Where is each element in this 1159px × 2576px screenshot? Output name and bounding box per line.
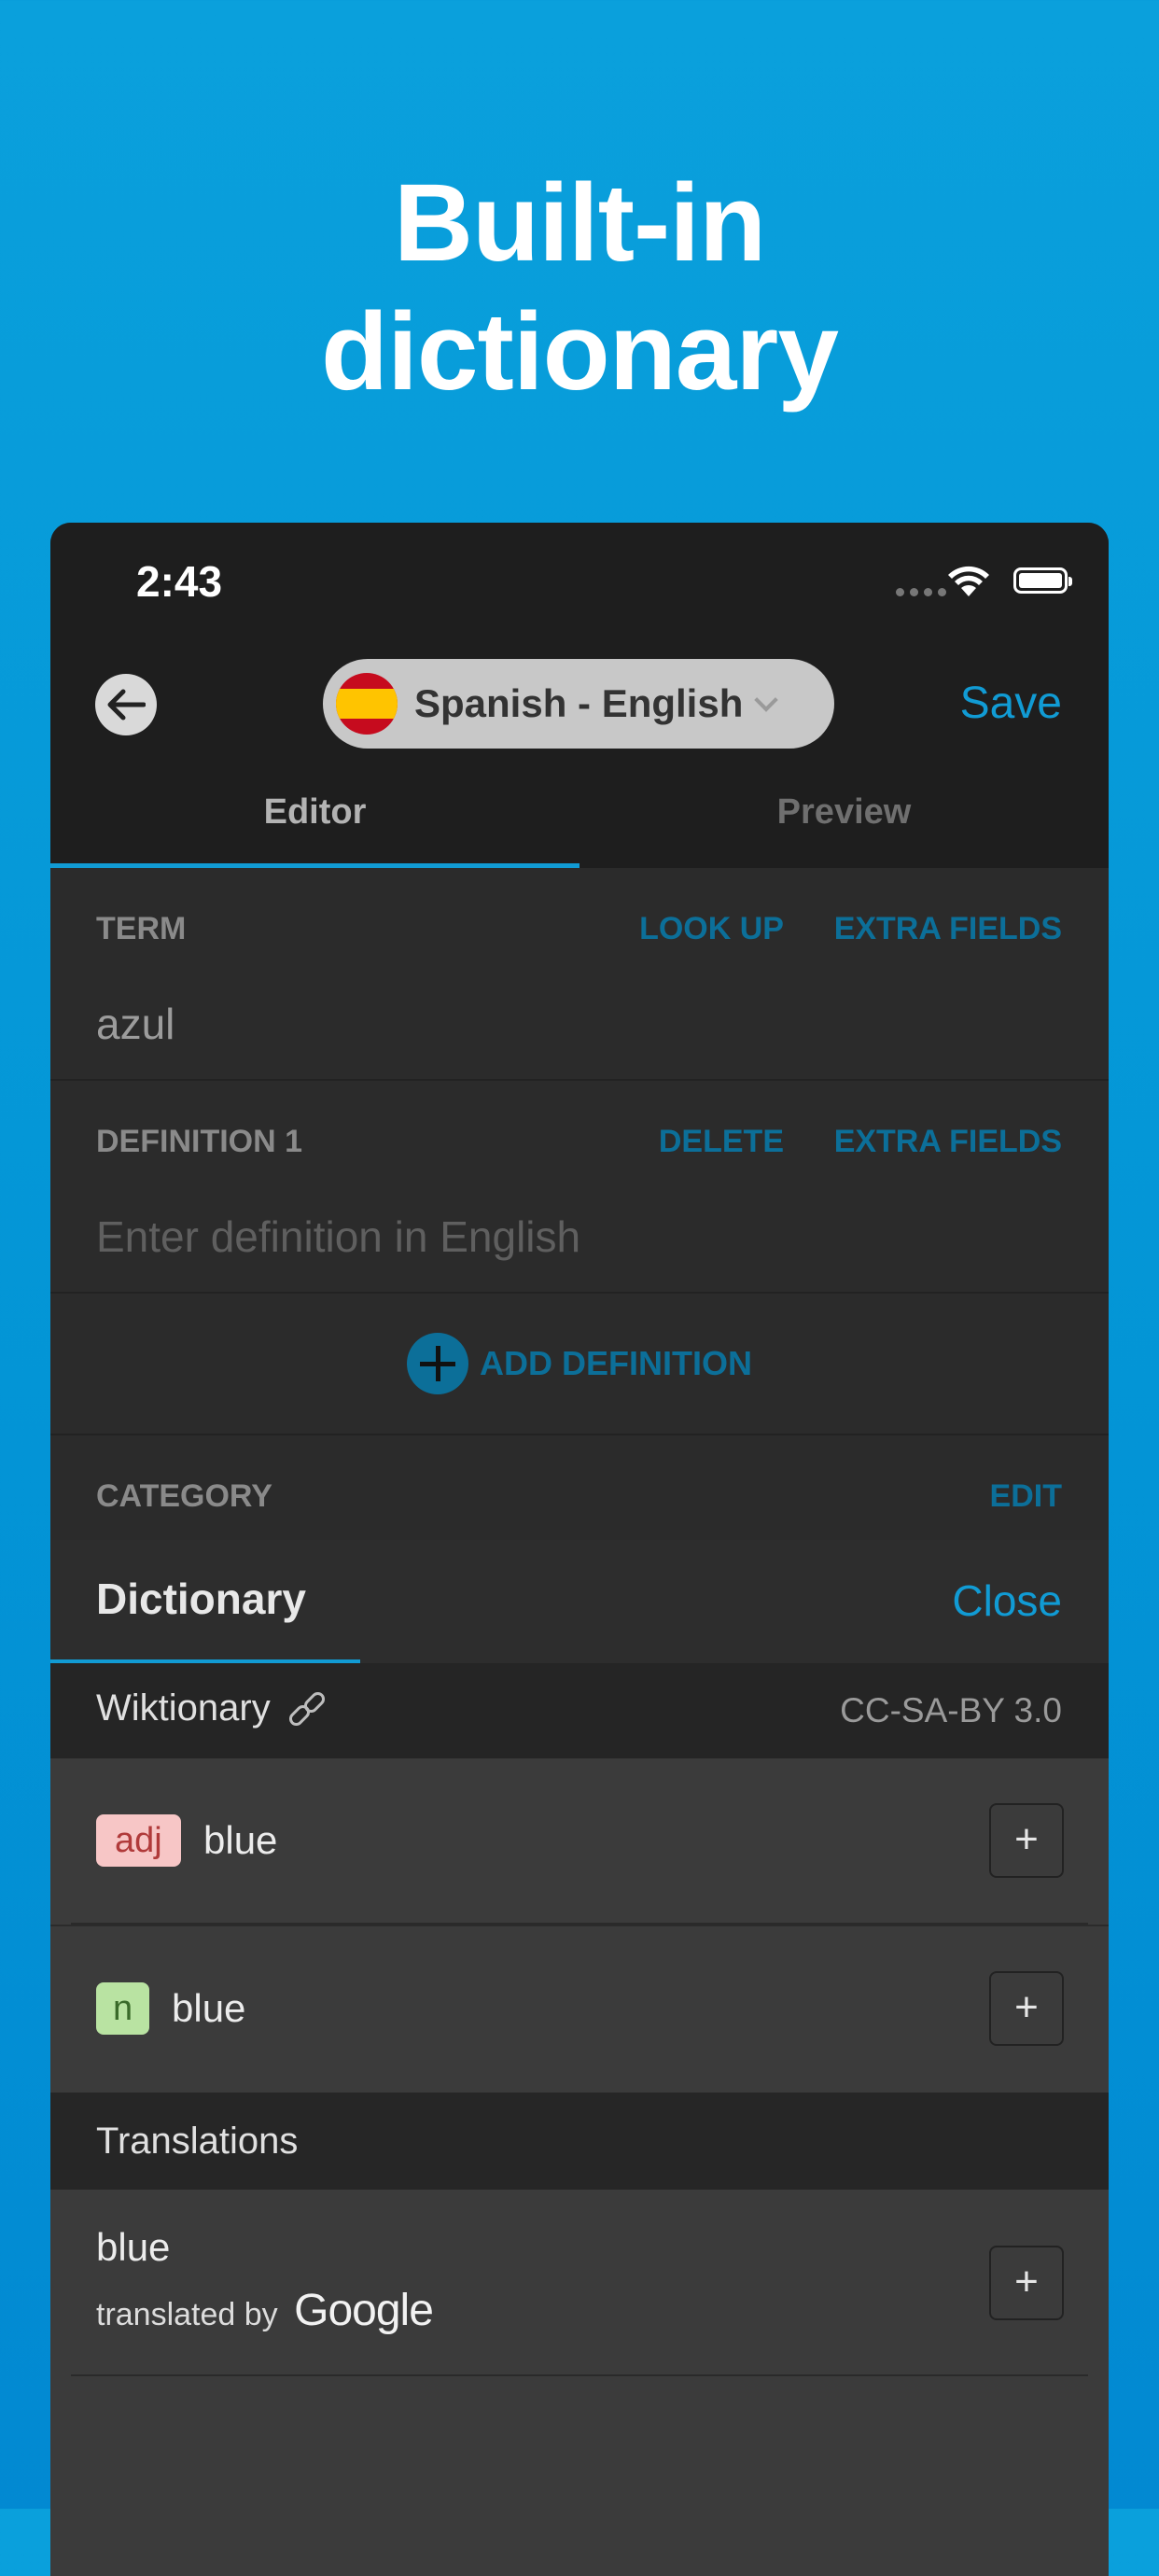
category-label: CATEGORY [96,1478,272,1514]
divider [71,1923,1088,1925]
back-button[interactable] [95,674,157,735]
translation-word: blue [96,2225,171,2269]
term-extra-fields-button[interactable]: EXTRA FIELDS [834,911,1062,947]
headline-line-1: Built-in [393,161,766,285]
dictionary-header: Dictionary Close [50,1540,1109,1663]
wifi-icon [948,566,989,596]
term-section: TERM LOOK UP EXTRA FIELDS azul [50,868,1109,1081]
battery-icon [1013,567,1072,594]
status-time: 2:43 [136,557,223,606]
spain-flag-icon [336,673,398,735]
close-button[interactable]: Close [952,1575,1062,1626]
headline-line-2: dictionary [321,290,839,413]
translations-header: Translations [50,2093,1109,2190]
signal-icon [896,588,946,596]
add-entry-button[interactable]: + [989,1971,1064,2046]
translated-by-label: translated by [96,2297,278,2332]
google-logo: Google [294,2286,434,2335]
term-input[interactable]: azul [96,999,175,1049]
empty-list-area [50,2376,1109,2576]
tab-preview[interactable]: Preview [580,765,1109,868]
tab-editor[interactable]: Editor [50,765,580,868]
term-label: TERM [96,911,187,946]
save-button[interactable]: Save [960,678,1062,729]
dictionary-title: Dictionary [96,1575,306,1623]
definition-section: DEFINITION 1 DELETE EXTRA FIELDS Enter d… [50,1081,1109,1294]
language-pair-label: Spanish - English [414,681,744,725]
arrow-left-icon [107,689,146,721]
license-label: CC-SA-BY 3.0 [840,1691,1062,1729]
add-definition-label: ADD DEFINITION [480,1344,752,1382]
pos-badge-n: n [96,1982,150,2035]
dictionary-entry: n blue + [50,1926,1109,2093]
edit-category-button[interactable]: EDIT [990,1478,1062,1515]
add-definition-button[interactable]: ADD DEFINITION [50,1294,1109,1435]
add-entry-button[interactable]: + [989,1803,1064,1878]
headline: Built-in dictionary [0,159,1159,416]
pos-badge-adj: adj [96,1814,181,1867]
definition-extra-fields-button[interactable]: EXTRA FIELDS [834,1124,1062,1160]
tab-bar: Editor Preview [50,765,1109,868]
nav-bar: Spanish - English Save [50,635,1109,765]
entry-word: blue [203,1818,278,1862]
definition-label: DEFINITION 1 [96,1124,303,1159]
delete-definition-button[interactable]: DELETE [659,1124,784,1160]
entry-word: blue [172,1986,246,2030]
status-bar: 2:43 [50,523,1109,635]
category-section: CATEGORY EDIT [50,1435,1109,1540]
translations-title: Translations [96,2121,299,2162]
language-selector[interactable]: Spanish - English [323,659,834,749]
dictionary-entry: adj blue + [50,1758,1109,1925]
translation-entry: blue translated by Google + [50,2190,1109,2376]
look-up-button[interactable]: LOOK UP [639,911,784,947]
link-icon[interactable] [286,1689,328,1732]
chevron-down-icon [754,688,779,712]
translation-attribution: translated by Google [96,2285,434,2336]
dictionary-source-row: Wiktionary CC-SA-BY 3.0 [50,1663,1109,1758]
add-translation-button[interactable]: + [989,2246,1064,2320]
definition-input[interactable]: Enter definition in English [96,1211,580,1262]
plus-circle-icon [407,1333,468,1394]
source-name: Wiktionary [96,1687,271,1729]
phone-screen: 2:43 Spanish - English Save Editor Previ… [50,523,1109,2576]
